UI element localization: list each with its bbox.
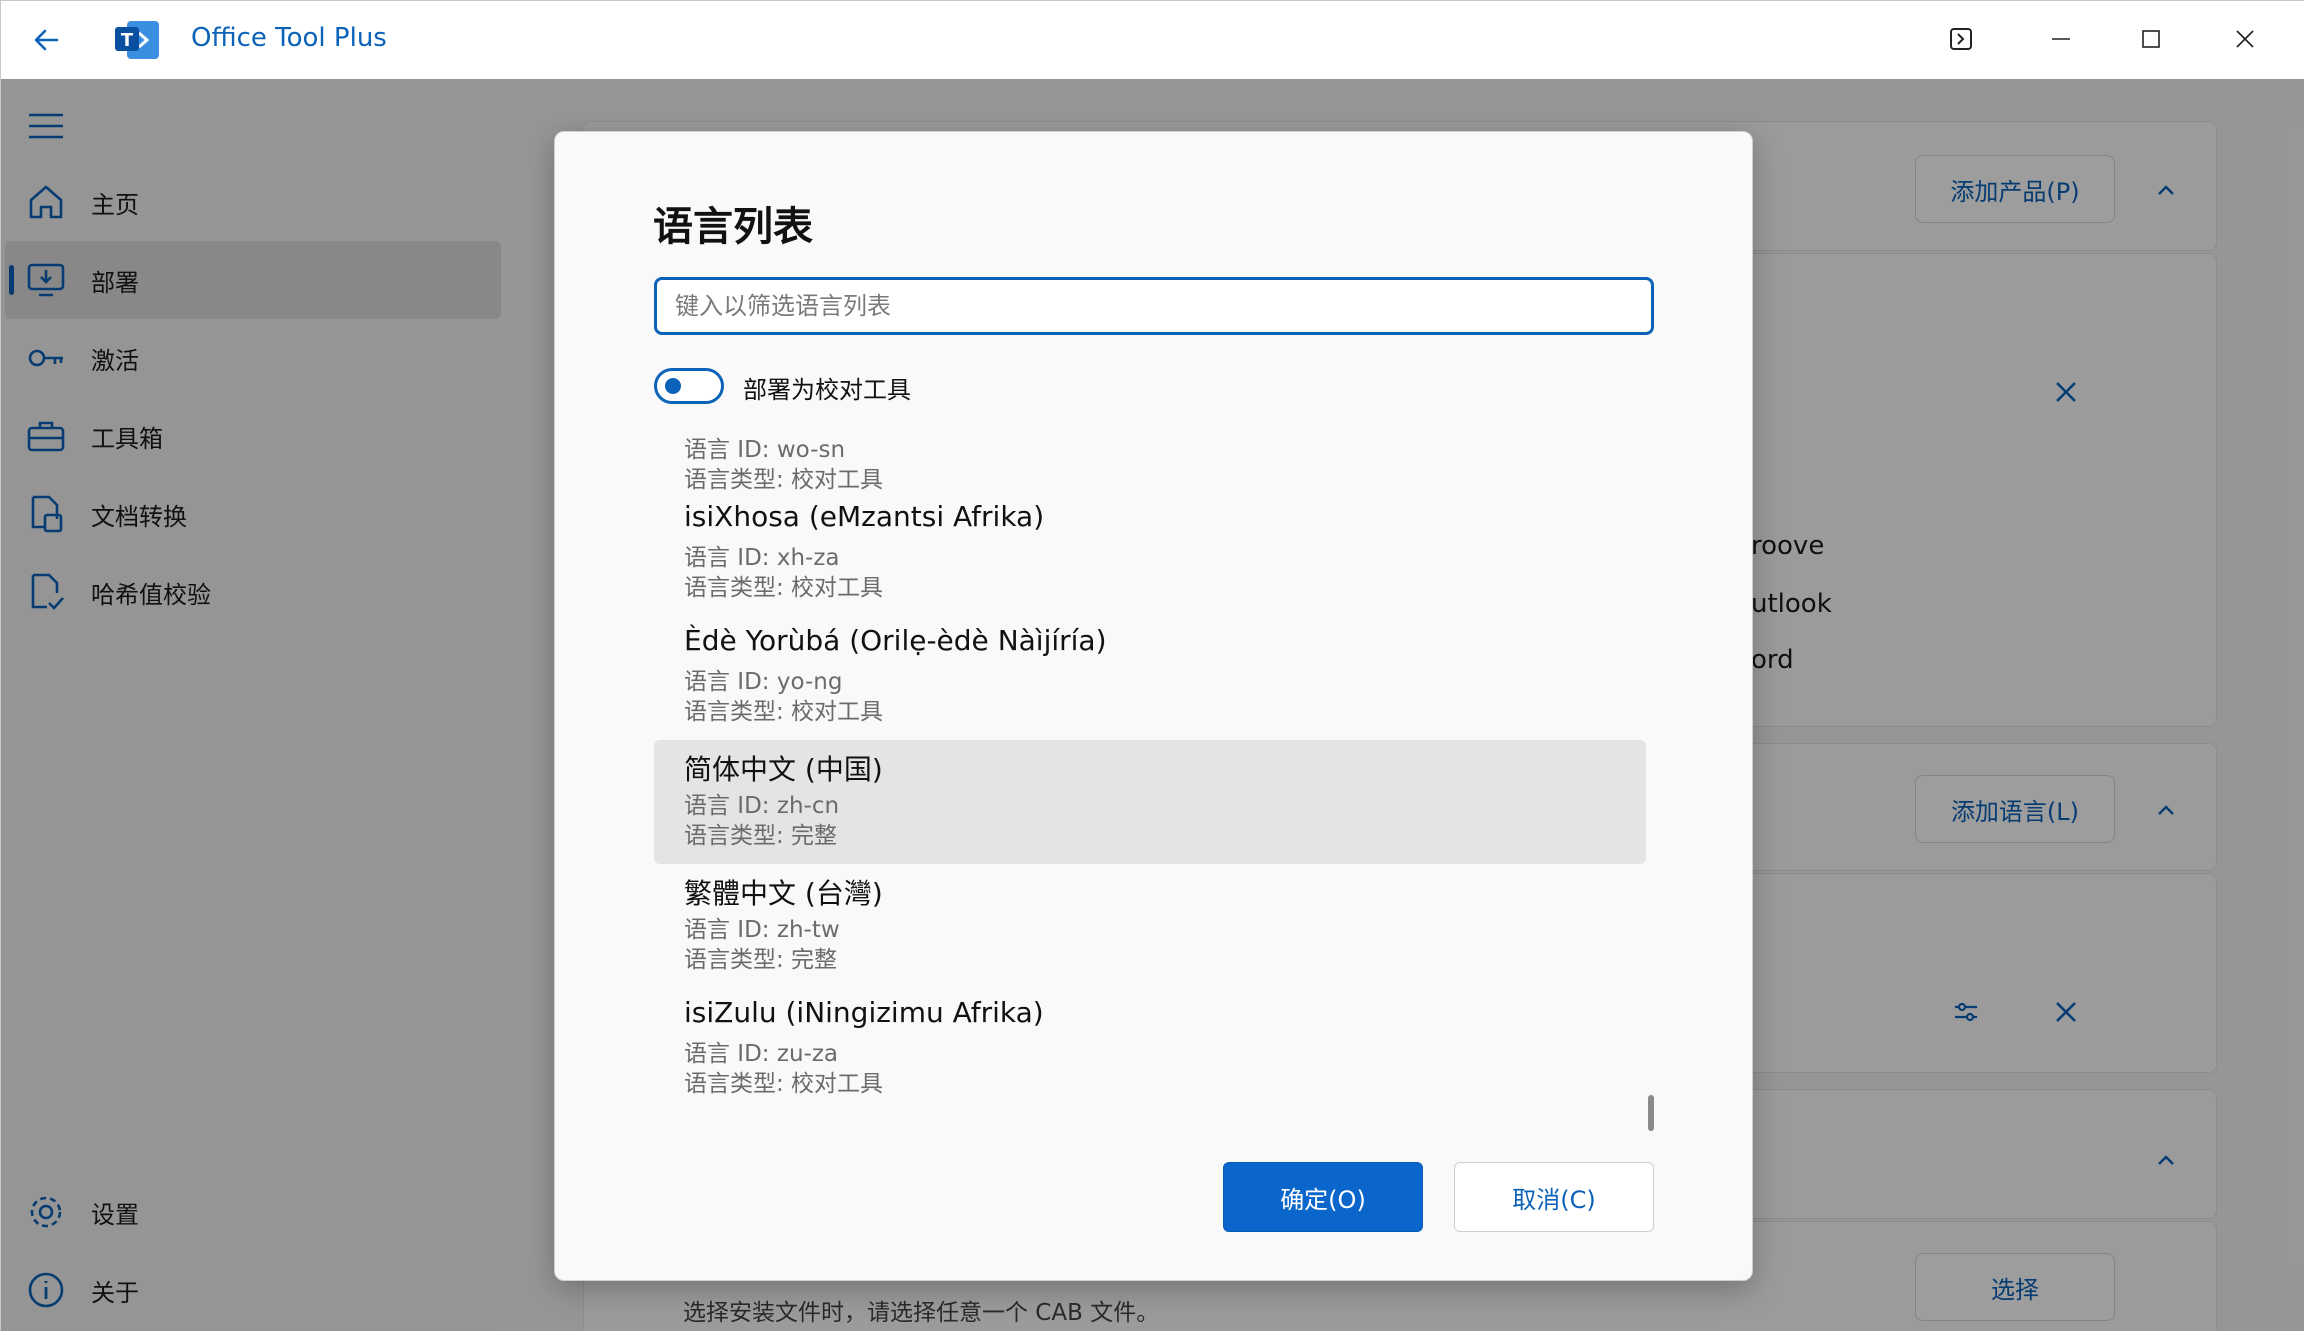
compact-overlay-button[interactable] [1931,11,1991,67]
dialog-title: 语言列表 [653,204,813,250]
language-type: 语言类型: 完整 [684,947,838,973]
language-id: 语言 ID: xh-za [684,545,840,571]
language-id: 语言 ID: zu-za [684,1041,838,1067]
proofing-tools-toggle[interactable] [654,368,724,404]
minimize-button[interactable] [2031,11,2091,67]
language-filter-input[interactable] [654,277,1654,335]
language-type: 语言类型: 校对工具 [684,575,884,601]
app-window: T Office Tool Plus 主页 部署 激活 工具箱 文档转换 哈希值… [0,0,2304,1331]
language-id: 语言 ID: zh-tw [684,917,840,943]
language-id: 语言 ID: zh-cn [684,793,840,819]
cancel-button[interactable]: 取消(C) [1454,1162,1654,1232]
title-bar: T Office Tool Plus [1,1,2304,79]
toggle-knob [665,378,681,394]
list-item[interactable]: isiZulu (iNingizimu Afrika) 语言 ID: zu-za… [654,988,1646,1112]
back-button[interactable] [25,19,67,61]
language-name: isiZulu (iNingizimu Afrika) [684,996,1044,1029]
close-window-button[interactable] [2215,11,2275,67]
arrow-left-icon [34,29,59,51]
maximize-button[interactable] [2121,11,2181,67]
language-type: 语言类型: 校对工具 [684,467,884,493]
language-type: 语言类型: 校对工具 [684,699,884,725]
close-icon [2236,30,2254,48]
language-name: 简体中文 (中国) [684,753,883,786]
scrollbar-thumb[interactable] [1648,1095,1654,1131]
list-item[interactable]: 语言 ID: wo-sn 语言类型: 校对工具 [654,432,1646,493]
app-logo-icon: T [113,19,161,61]
language-name: isiXhosa (eMzantsi Afrika) [684,500,1045,533]
list-item[interactable]: isiXhosa (eMzantsi Afrika) 语言 ID: xh-za … [654,492,1646,616]
maximize-icon [2142,30,2160,48]
svg-text:T: T [121,30,134,51]
language-list-scrollbar[interactable] [1647,432,1655,1132]
app-title: Office Tool Plus [191,23,387,53]
minimize-icon [2052,38,2070,40]
proofing-tools-toggle-label: 部署为校对工具 [743,376,911,404]
language-list: 语言 ID: wo-sn 语言类型: 校对工具 isiXhosa (eMzant… [654,432,1654,1132]
language-type: 语言类型: 校对工具 [684,1071,884,1097]
list-item[interactable]: Èdè Yorùbá (Orilẹ-èdè Nàìjíría) 语言 ID: y… [654,616,1646,740]
language-list-dialog: 语言列表 部署为校对工具 语言 ID: wo-sn 语言类型: 校对工具 isi… [554,131,1753,1281]
language-name: Èdè Yorùbá (Orilẹ-èdè Nàìjíría) [684,624,1107,657]
list-item[interactable]: 繁體中文 (台灣) 语言 ID: zh-tw 语言类型: 完整 [654,864,1646,988]
language-id: 语言 ID: yo-ng [684,669,843,695]
list-item-selected[interactable]: 简体中文 (中国) 语言 ID: zh-cn 语言类型: 完整 [654,740,1646,864]
language-name: 繁體中文 (台灣) [684,877,883,910]
language-type: 语言类型: 完整 [684,823,838,849]
ok-button[interactable]: 确定(O) [1223,1162,1423,1232]
compact-overlay-icon [1950,28,1972,50]
